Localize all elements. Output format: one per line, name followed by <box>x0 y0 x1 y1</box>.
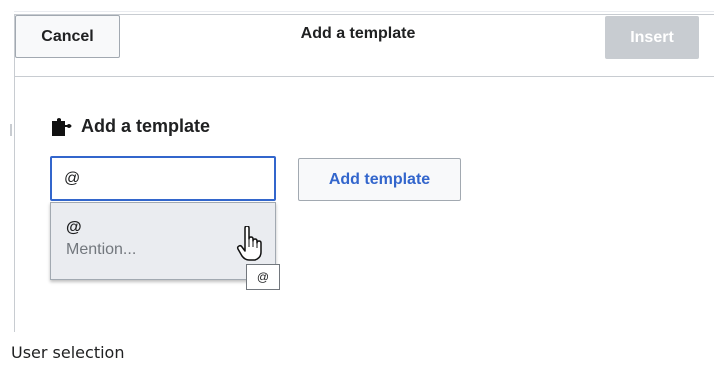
cancel-button[interactable]: Cancel <box>15 15 120 58</box>
add-template-button[interactable]: Add template <box>298 158 461 201</box>
hand-pointer-icon <box>236 225 266 262</box>
cursor-tooltip: @ <box>246 264 280 290</box>
suggestion-description: Mention... <box>66 241 137 258</box>
template-search-input[interactable] <box>50 156 276 201</box>
section-heading: Add a template <box>51 116 210 137</box>
suggestion-title: @ <box>66 219 82 236</box>
section-title-text: Add a template <box>81 116 211 136</box>
screenshot-page: Cancel Add a template Insert Add a templ… <box>0 0 714 374</box>
dialog-title: Add a template <box>300 25 416 42</box>
insert-button[interactable]: Insert <box>605 16 699 59</box>
top-divider <box>14 11 714 12</box>
image-caption: User selection <box>11 343 125 362</box>
puzzle-icon <box>51 117 73 136</box>
left-edge-marker <box>10 124 12 136</box>
